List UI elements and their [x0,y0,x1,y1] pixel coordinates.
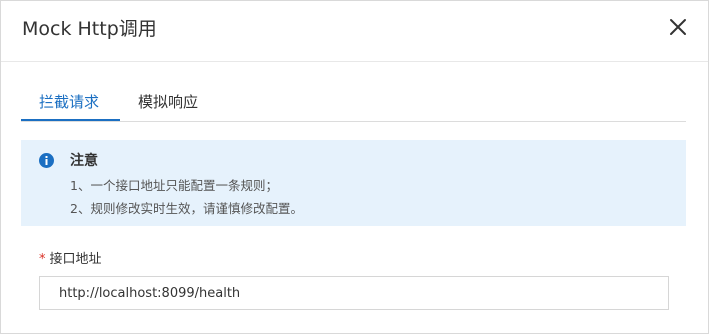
notice-box: 注意 1、一个接口地址只能配置一条规则； 2、规则修改实时生效，请谨慎修改配置。 [21,140,686,226]
tab-mock-response[interactable]: 模拟响应 [138,92,198,112]
required-mark: * [39,252,46,267]
tab-intercept-request[interactable]: 拦截请求 [39,92,99,112]
dialog-header: Mock Http调用 [1,1,708,62]
url-input[interactable] [39,276,669,310]
tab-bar: 拦截请求 模拟响应 [21,81,686,122]
notice-rule-2: 2、规则修改实时生效，请谨慎修改配置。 [70,201,303,216]
url-field-label: * 接口地址 [39,251,102,269]
close-button[interactable] [665,14,691,40]
active-tab-indicator [21,119,120,121]
close-icon [670,19,686,35]
mock-http-dialog: Mock Http调用 拦截请求 模拟响应 注意 1、一个接口地址只能配置一条规… [0,0,709,334]
url-field-label-text: 接口地址 [49,252,102,267]
notice-title: 注意 [70,153,98,169]
info-icon [39,153,54,168]
dialog-title: Mock Http调用 [22,18,157,40]
notice-rule-1: 1、一个接口地址只能配置一条规则； [70,178,278,193]
